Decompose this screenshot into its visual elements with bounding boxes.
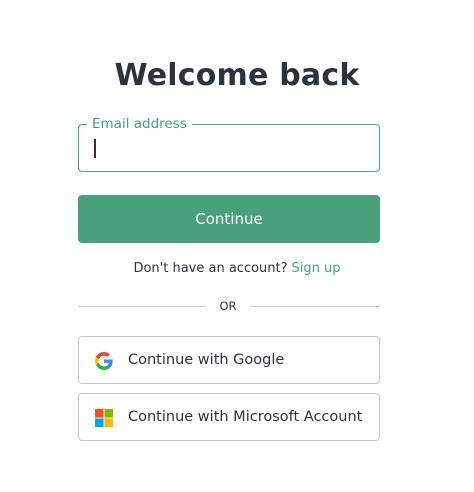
page-title: Welcome back xyxy=(114,58,360,93)
email-field-container[interactable]: Email address xyxy=(78,115,380,172)
email-field[interactable] xyxy=(91,135,367,161)
email-field-label: Email address xyxy=(87,115,192,133)
divider-line-left xyxy=(78,306,206,307)
signup-prompt-text: Don't have an account? xyxy=(133,261,288,276)
microsoft-logo-icon xyxy=(95,409,113,427)
text-cursor xyxy=(94,139,96,158)
signup-link[interactable]: Sign up xyxy=(292,261,341,276)
signup-prompt-row: Don't have an account? Sign up xyxy=(0,259,474,279)
microsoft-button-label: Continue with Microsoft Account xyxy=(128,409,363,425)
google-logo-icon xyxy=(95,352,113,370)
divider-line-right xyxy=(250,306,380,307)
google-button-label: Continue with Google xyxy=(128,352,285,368)
continue-with-google-button[interactable]: Continue with Google xyxy=(78,336,380,384)
divider-or-text: OR xyxy=(219,299,237,313)
continue-button[interactable]: Continue xyxy=(78,195,380,243)
continue-with-microsoft-button[interactable]: Continue with Microsoft Account xyxy=(78,393,380,441)
